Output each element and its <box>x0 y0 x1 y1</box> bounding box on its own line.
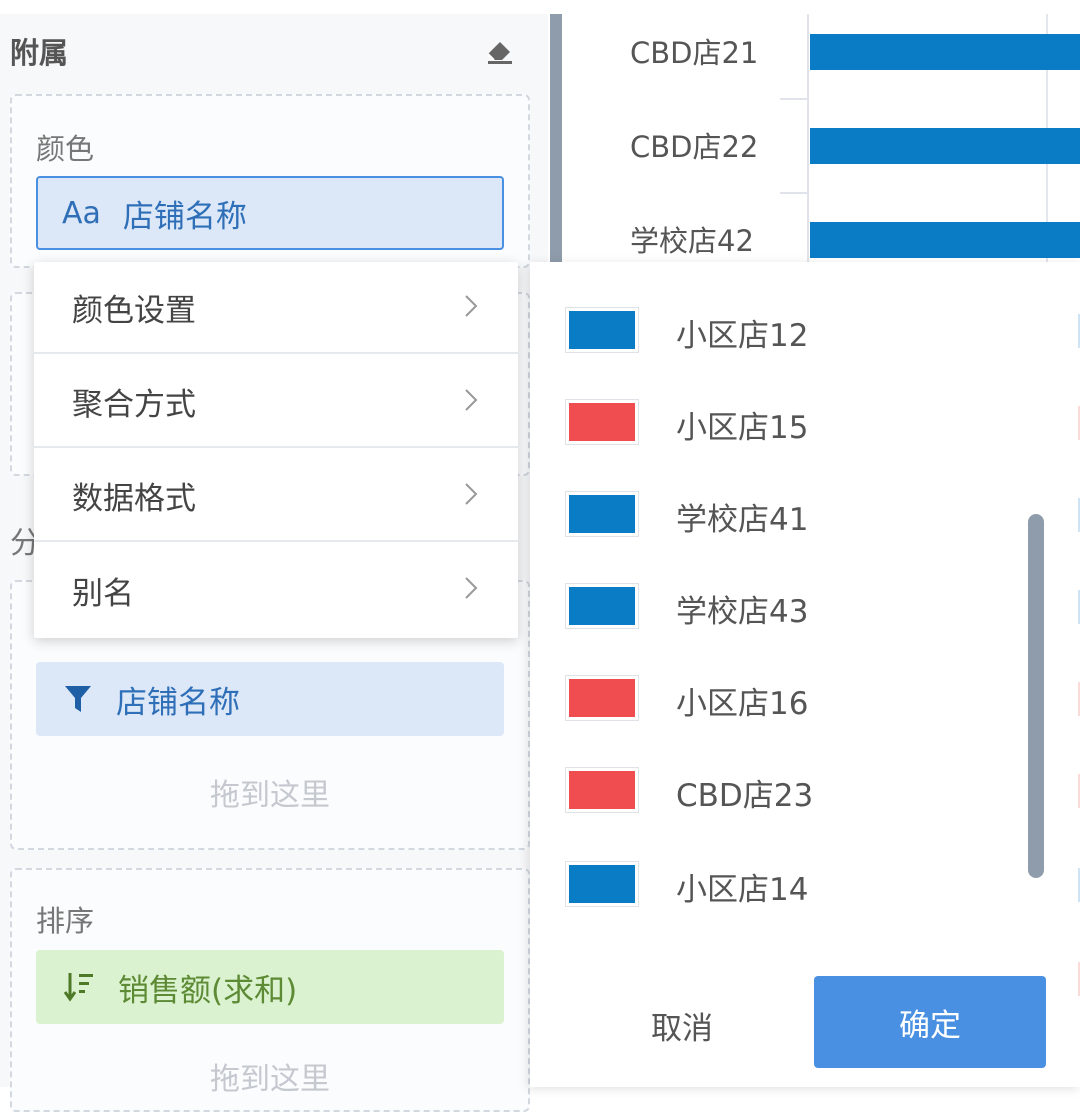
filter-drop-hint: 拖到这里 <box>210 778 330 813</box>
panel-resize-handle[interactable] <box>548 14 566 264</box>
color-swatch[interactable] <box>565 307 639 353</box>
sort-descending-icon <box>64 973 93 1002</box>
filter-icon <box>65 686 91 712</box>
color-row[interactable]: 小区店16 <box>530 672 1030 732</box>
color-row[interactable]: 小区店15 <box>530 396 1030 456</box>
cancel-button[interactable]: 取消 <box>630 1000 734 1050</box>
confirm-button[interactable]: 确定 <box>814 976 1046 1068</box>
sort-field-label: 销售额(求和) <box>118 972 298 1009</box>
filter-field-label: 店铺名称 <box>116 684 240 721</box>
sort-drop-zone[interactable]: 排序 销售额(求和) 拖到这里 <box>10 868 530 1112</box>
chart-bar[interactable] <box>810 222 1080 258</box>
color-row-label: 学校店43 <box>676 594 809 630</box>
eraser-icon[interactable] <box>484 36 516 64</box>
chevron-right-icon <box>465 295 478 317</box>
field-context-menu: 颜色设置 聚合方式 数据格式 别名 <box>34 262 518 638</box>
menu-item-label: 聚合方式 <box>72 386 196 423</box>
chevron-right-icon <box>465 577 478 599</box>
chart-category-label: CBD店22 <box>630 130 758 164</box>
text-type-icon: Aa <box>62 195 101 231</box>
color-drop-zone[interactable]: 颜色 Aa 店铺名称 <box>10 94 530 268</box>
menu-item-label: 别名 <box>72 575 134 612</box>
color-row[interactable]: 小区店14 <box>530 858 1030 918</box>
color-settings-panel: 小区店12 小区店15 学校店41 学校店43 小区店16 CBD店23 小区店… <box>530 262 1080 1087</box>
sort-field-pill[interactable]: 销售额(求和) <box>36 950 504 1024</box>
color-row-label: 小区店15 <box>676 410 809 446</box>
color-swatch[interactable] <box>565 491 639 537</box>
menu-item-label: 数据格式 <box>72 480 196 517</box>
sort-drop-hint: 拖到这里 <box>210 1062 330 1097</box>
chart-bar[interactable] <box>810 128 1080 164</box>
color-field-label: 店铺名称 <box>122 198 247 235</box>
bar-chart: CBD店21 CBD店22 学校店42 <box>566 14 1080 264</box>
chart-category-label: CBD店21 <box>630 36 758 70</box>
color-list-scrollbar[interactable] <box>1028 514 1044 878</box>
menu-item-aggregation[interactable]: 聚合方式 <box>34 356 518 448</box>
color-row-label: 小区店16 <box>676 686 809 722</box>
color-swatch[interactable] <box>565 399 639 445</box>
chevron-right-icon <box>465 483 478 505</box>
chart-bar[interactable] <box>810 34 1080 70</box>
menu-item-data-format[interactable]: 数据格式 <box>34 450 518 542</box>
color-row-label: 小区店14 <box>676 872 809 908</box>
color-swatch[interactable] <box>565 767 639 813</box>
menu-item-color-settings[interactable]: 颜色设置 <box>34 262 518 354</box>
top-strip <box>0 0 1080 14</box>
bar-chart-svg: CBD店21 CBD店22 学校店42 <box>630 14 1080 264</box>
menu-item-alias[interactable]: 别名 <box>34 544 518 636</box>
color-label: 颜色 <box>36 132 95 166</box>
color-swatch[interactable] <box>565 675 639 721</box>
color-row[interactable]: 学校店41 <box>530 488 1030 548</box>
color-row-label: CBD店23 <box>676 778 814 814</box>
color-swatch[interactable] <box>565 583 639 629</box>
color-row[interactable]: 小区店12 <box>530 304 1030 364</box>
menu-item-label: 颜色设置 <box>72 292 196 329</box>
attachment-title: 附属 <box>10 36 69 70</box>
color-field-pill[interactable]: Aa 店铺名称 <box>36 176 504 250</box>
color-row[interactable]: CBD店23 <box>530 764 1030 824</box>
color-row-label: 学校店41 <box>676 502 809 538</box>
color-row[interactable]: 学校店43 <box>530 580 1030 640</box>
filter-field-pill[interactable]: 店铺名称 <box>36 662 504 736</box>
chart-category-label: 学校店42 <box>630 224 754 258</box>
sort-label: 排序 <box>36 904 95 938</box>
chevron-right-icon <box>465 389 478 411</box>
color-swatch[interactable] <box>565 861 639 907</box>
color-row-label: 小区店12 <box>676 318 809 354</box>
